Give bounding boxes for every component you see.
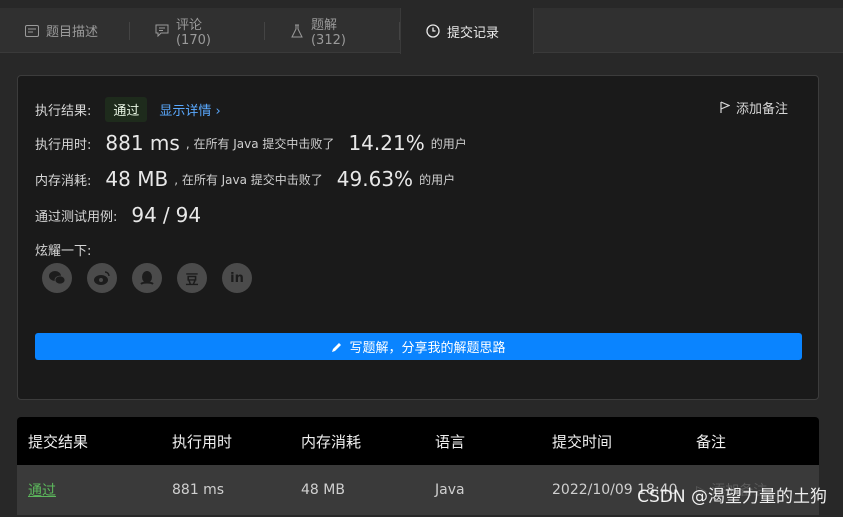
memory-percent: 49.63% [336,167,414,191]
qq-icon[interactable] [132,263,162,293]
memory-row: 内存消耗: 48 MB , 在所有 Java 提交中击败了 49.63% 的用户 [35,167,455,191]
runtime-beat-text: , 在所有 Java 提交中击败了 [185,136,335,151]
result-link[interactable]: 通过 [28,483,56,499]
show-details-link[interactable]: 显示详情 › [159,100,220,119]
tests-passed: 94 [131,203,157,227]
tests-total: 94 [175,203,202,227]
flask-icon [289,23,305,39]
runtime-percent: 14.21% [348,131,425,155]
pencil-icon [331,341,343,353]
memory-label: 内存消耗: [35,173,92,189]
status-row: 执行结果: 通过 显示详情 › [35,97,221,122]
clock-icon [425,23,441,39]
runtime-users: 的用户 [430,136,467,151]
douban-icon[interactable]: 豆 [177,263,207,293]
tab-comments[interactable]: 评论 (170) [130,8,265,53]
document-icon [24,23,40,39]
table-header: 提交结果 执行用时 内存消耗 语言 提交时间 备注 [17,417,819,465]
add-note-label: 添加备注 [735,102,788,117]
share-label: 炫耀一下: [35,244,92,259]
runtime-label: 执行用时: [35,137,92,153]
tab-label: 评论 (170) [175,17,211,48]
tab-label: 题解 (312) [310,17,346,48]
column-header: 语言 [435,432,466,451]
tab-submissions[interactable]: 提交记录 [400,8,534,54]
memory-beat-text: , 在所有 Java 提交中击败了 [174,172,323,187]
share-row: 炫耀一下: [35,240,91,259]
column-header: 内存消耗 [301,432,362,451]
weibo-icon[interactable] [87,263,117,293]
runtime-value: 881 ms [105,131,180,155]
memory-users: 的用户 [419,172,456,187]
add-note-button[interactable]: 添加备注 [720,98,788,117]
tests-separator: / [162,203,170,227]
tab-bar: 题目描述 评论 (170) 题解 (312) 提交记录 [0,8,843,54]
tab-label: 题目描述 [46,25,99,40]
tab-description[interactable]: 题目描述 [0,8,130,53]
comment-icon [154,23,170,39]
write-solution-button[interactable]: 写题解，分享我的解题思路 [35,333,802,360]
memory-value: 48 MB [105,167,169,191]
column-header: 提交结果 [28,432,89,451]
column-header: 执行用时 [172,432,233,451]
column-header: 提交时间 [552,432,613,451]
tab-solutions[interactable]: 题解 (312) [265,8,400,53]
status-badge: 通过 [105,97,148,122]
language-cell: Java [435,482,465,498]
write-solution-label: 写题解，分享我的解题思路 [349,341,506,356]
watermark: CSDN @渴望力量的土狗 [637,487,827,507]
tests-row: 通过测试用例: 94 / 94 [35,203,207,227]
status-label: 执行结果: [35,104,92,119]
wechat-icon[interactable] [42,263,72,293]
result-card: 执行结果: 通过 显示详情 › 添加备注 执行用时: 881 ms , 在所有 … [17,75,819,400]
tests-label: 通过测试用例: [35,209,118,225]
social-share-bar: 豆 in [42,263,252,293]
tab-label: 提交记录 [447,25,500,41]
linkedin-icon[interactable]: in [222,263,252,293]
flag-icon [720,101,730,114]
result-cell: 通过 [17,480,172,500]
runtime-cell: 881 ms [172,482,225,498]
memory-cell: 48 MB [301,482,345,498]
column-header: 备注 [696,432,727,451]
runtime-row: 执行用时: 881 ms , 在所有 Java 提交中击败了 14.21% 的用… [35,131,467,155]
